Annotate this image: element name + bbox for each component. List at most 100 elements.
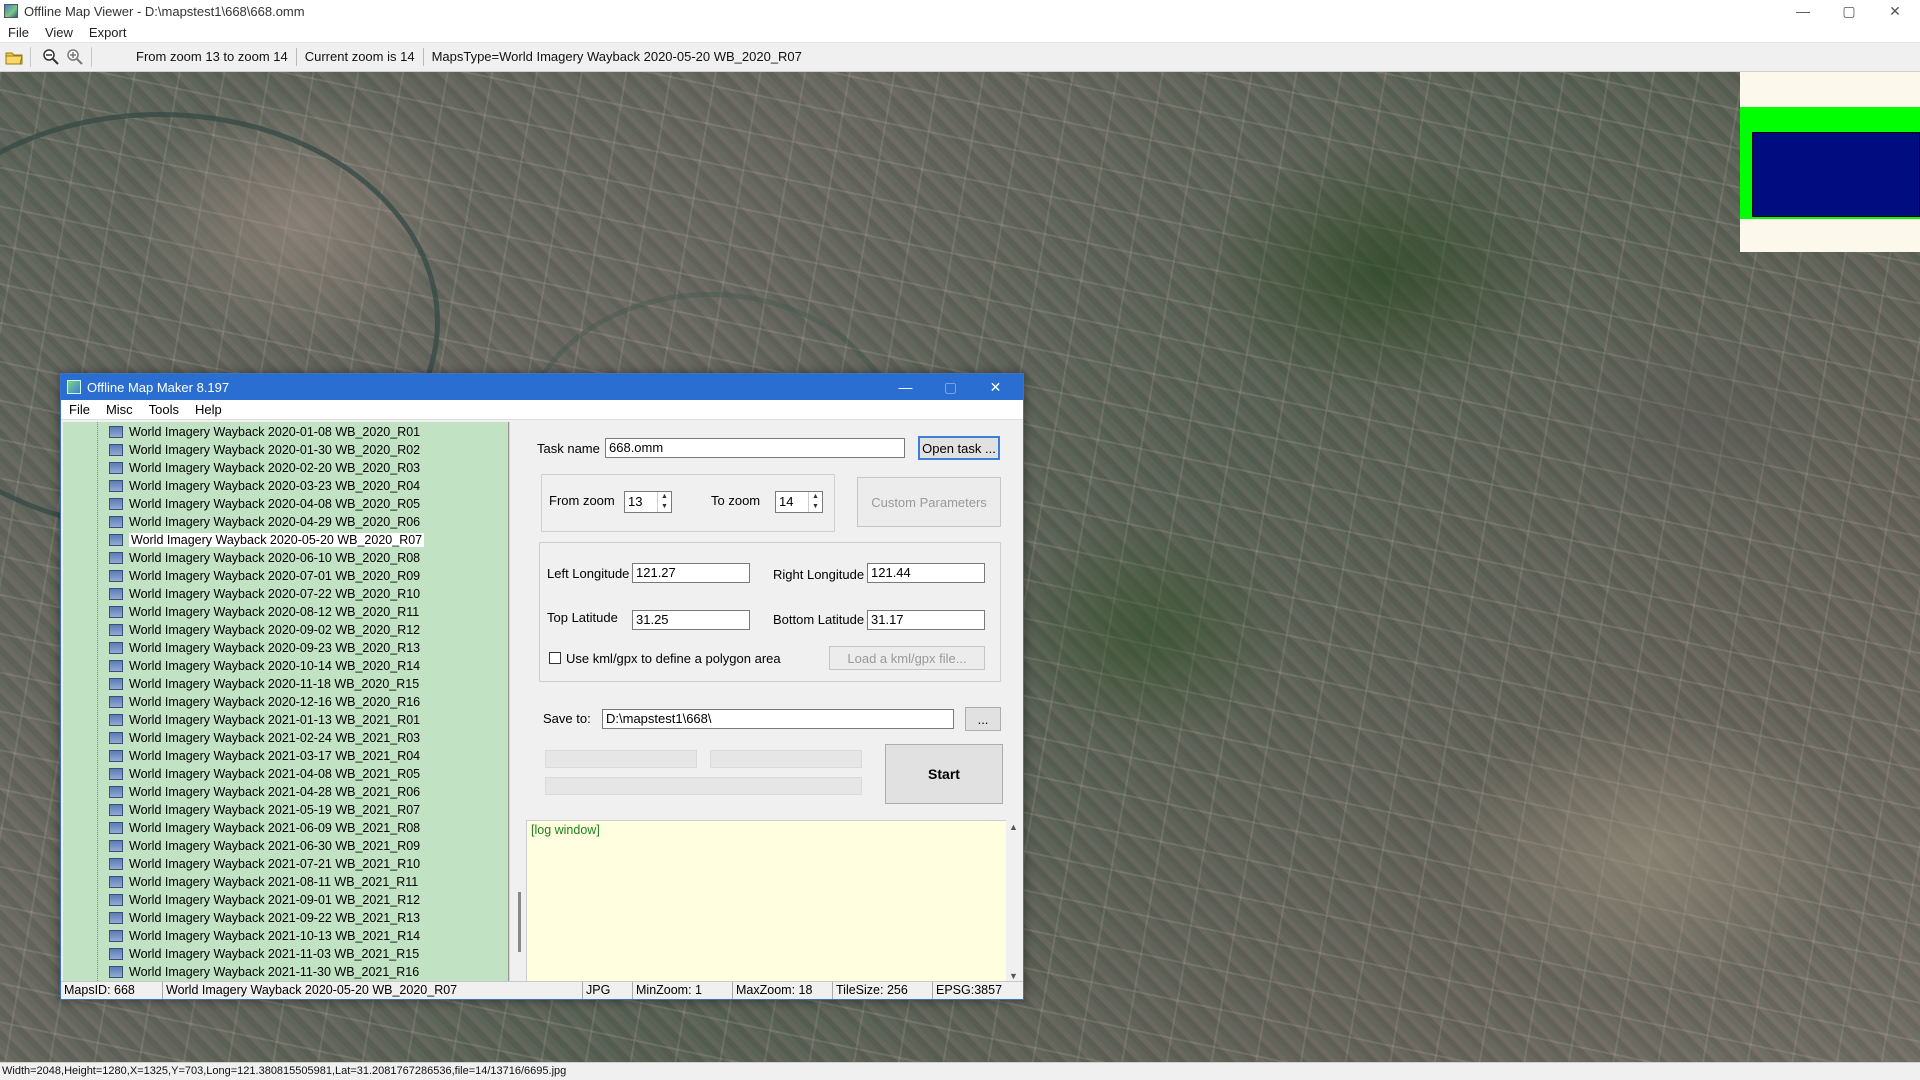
custom-parameters-button[interactable]: Custom Parameters [857,477,1001,527]
tree-item-label: World Imagery Wayback 2021-06-30 WB_2021… [129,839,421,853]
map-layer-icon [109,426,123,438]
dialog-menu-tools[interactable]: Tools [141,402,187,417]
tree-item[interactable]: World Imagery Wayback 2020-04-29 WB_2020… [109,513,420,531]
tree-scrollbar-thumb[interactable] [518,892,521,952]
toolbar-divider [30,47,31,67]
open-folder-icon[interactable] [4,47,24,67]
tree-item[interactable]: World Imagery Wayback 2020-09-02 WB_2020… [109,621,420,639]
tree-item[interactable]: World Imagery Wayback 2020-05-20 WB_2020… [109,531,425,549]
browse-button[interactable]: ... [965,707,1001,731]
save-to-field[interactable]: D:\mapstest1\668\ [602,709,954,729]
dialog-close-button[interactable]: ✕ [973,374,1018,400]
tree-item[interactable]: World Imagery Wayback 2021-01-13 WB_2021… [109,711,420,729]
tree-item[interactable]: World Imagery Wayback 2020-08-12 WB_2020… [109,603,419,621]
tree-item[interactable]: World Imagery Wayback 2021-07-21 WB_2021… [109,855,420,873]
tree-item[interactable]: World Imagery Wayback 2020-10-14 WB_2020… [109,657,420,675]
menu-file[interactable]: File [0,25,37,40]
map-layer-icon [109,624,123,636]
to-zoom-spinner[interactable]: 14 ▲ ▼ [775,491,823,513]
progress-bar-overall [545,777,862,795]
tree-item-label: World Imagery Wayback 2020-04-08 WB_2020… [129,497,421,511]
tree-item[interactable]: World Imagery Wayback 2020-07-22 WB_2020… [109,585,420,603]
tree-item[interactable]: World Imagery Wayback 2021-06-09 WB_2021… [109,819,420,837]
tree-item[interactable]: World Imagery Wayback 2020-03-23 WB_2020… [109,477,420,495]
tree-item-label: World Imagery Wayback 2020-12-16 WB_2020… [129,695,421,709]
tree-item-label: World Imagery Wayback 2021-11-30 WB_2021… [129,965,420,979]
tree-item[interactable]: World Imagery Wayback 2020-09-23 WB_2020… [109,639,420,657]
tree-item[interactable]: World Imagery Wayback 2020-12-16 WB_2020… [109,693,420,711]
tree-item[interactable]: World Imagery Wayback 2021-08-11 WB_2021… [109,873,418,891]
dialog-maximize-button[interactable]: ▢ [928,374,973,400]
tree-item[interactable]: World Imagery Wayback 2021-11-30 WB_2021… [109,963,419,981]
scroll-up-icon[interactable]: ▲ [1009,822,1018,832]
tree-item-label: World Imagery Wayback 2021-04-08 WB_2021… [129,767,421,781]
dialog-menu-misc[interactable]: Misc [98,402,141,417]
overview-viewport [1752,132,1920,217]
tree-item[interactable]: World Imagery Wayback 2020-06-10 WB_2020… [109,549,420,567]
tree-item-label: World Imagery Wayback 2021-01-13 WB_2021… [129,713,421,727]
tree-item[interactable]: World Imagery Wayback 2021-09-22 WB_2021… [109,909,420,927]
tree-item[interactable]: World Imagery Wayback 2021-11-03 WB_2021… [109,945,419,963]
zoom-out-icon[interactable] [41,47,61,67]
map-layer-icon [109,642,123,654]
map-layer-icon [109,588,123,600]
close-button[interactable]: ✕ [1872,0,1918,22]
tree-item[interactable]: World Imagery Wayback 2021-06-30 WB_2021… [109,837,420,855]
tree-item[interactable]: World Imagery Wayback 2020-01-08 WB_2020… [109,423,420,441]
start-button[interactable]: Start [885,744,1003,804]
spinner-arrows-icon[interactable]: ▲ ▼ [657,492,671,512]
scroll-down-icon[interactable]: ▼ [1009,971,1018,981]
main-statusbar: Width=2048,Height=1280,X=1325,Y=703,Long… [0,1062,1920,1080]
map-layer-icon [109,786,123,798]
dialog-menu-help[interactable]: Help [187,402,230,417]
task-name-field[interactable]: 668.omm [605,438,905,458]
tree-item[interactable]: World Imagery Wayback 2021-10-13 WB_2021… [109,927,420,945]
tree-item[interactable]: World Imagery Wayback 2020-02-20 WB_2020… [109,459,420,477]
load-kml-button[interactable]: Load a kml/gpx file... [829,646,985,670]
bottom-latitude-field[interactable]: 31.17 [867,610,985,630]
menu-export[interactable]: Export [81,25,135,40]
window-title: Offline Map Viewer - D:\mapstest1\668\66… [24,3,305,19]
tree-item-label: World Imagery Wayback 2021-02-24 WB_2021… [129,731,421,745]
dialog-menubar: File Misc Tools Help [61,400,1023,420]
from-zoom-spinner[interactable]: 13 ▲ ▼ [624,491,672,513]
tree-item[interactable]: World Imagery Wayback 2021-05-19 WB_2021… [109,801,420,819]
dialog-menu-file[interactable]: File [61,402,98,417]
top-latitude-label: Top Latitude [547,610,618,625]
tree-item-label: World Imagery Wayback 2020-01-08 WB_2020… [129,425,421,439]
left-longitude-label: Left Longitude [547,566,630,581]
kml-polygon-checkbox[interactable] [549,652,561,664]
dialog-titlebar[interactable]: Offline Map Maker 8.197 — ▢ ✕ [61,374,1023,400]
tree-item[interactable]: World Imagery Wayback 2021-04-08 WB_2021… [109,765,420,783]
maximize-button[interactable]: ▢ [1826,0,1872,22]
tree-item[interactable]: World Imagery Wayback 2021-02-24 WB_2021… [109,729,420,747]
maps-tree[interactable]: World Imagery Wayback 2020-01-08 WB_2020… [63,422,509,981]
tree-item[interactable]: World Imagery Wayback 2021-04-28 WB_2021… [109,783,420,801]
open-task-button[interactable]: Open task ... [918,436,1000,460]
map-layer-icon [109,462,123,474]
menu-view[interactable]: View [37,25,81,40]
to-zoom-label: To zoom [711,493,761,508]
main-toolbar: From zoom 13 to zoom 14 Current zoom is … [0,42,1920,72]
tree-item[interactable]: World Imagery Wayback 2021-09-01 WB_2021… [109,891,420,909]
zoom-in-icon[interactable] [65,47,85,67]
dialog-statusbar: MapsID: 668 World Imagery Wayback 2020-0… [61,981,1023,999]
tree-item[interactable]: World Imagery Wayback 2021-03-17 WB_2021… [109,747,420,765]
tree-item[interactable]: World Imagery Wayback 2020-07-01 WB_2020… [109,567,420,585]
right-longitude-field[interactable]: 121.44 [867,563,985,583]
spinner-arrows-icon[interactable]: ▲ ▼ [808,492,822,512]
minimize-button[interactable]: — [1780,0,1826,22]
top-latitude-field[interactable]: 31.25 [632,610,750,630]
log-scrollbar[interactable]: ▲ ▼ [1006,820,1022,983]
log-window[interactable]: [log window] [526,820,1008,983]
map-layer-icon [109,876,123,888]
tree-item[interactable]: World Imagery Wayback 2020-01-30 WB_2020… [109,441,420,459]
tree-item-label: World Imagery Wayback 2021-08-11 WB_2021… [129,875,419,889]
tree-item[interactable]: World Imagery Wayback 2020-11-18 WB_2020… [109,675,419,693]
maps-type-text: MapsType=World Imagery Wayback 2020-05-2… [431,49,802,64]
status-maps-id: MapsID: 668 [61,982,163,999]
tree-item[interactable]: World Imagery Wayback 2020-04-08 WB_2020… [109,495,420,513]
dialog-minimize-button[interactable]: — [883,374,928,400]
overview-minimap[interactable] [1740,72,1920,252]
left-longitude-field[interactable]: 121.27 [632,563,750,583]
